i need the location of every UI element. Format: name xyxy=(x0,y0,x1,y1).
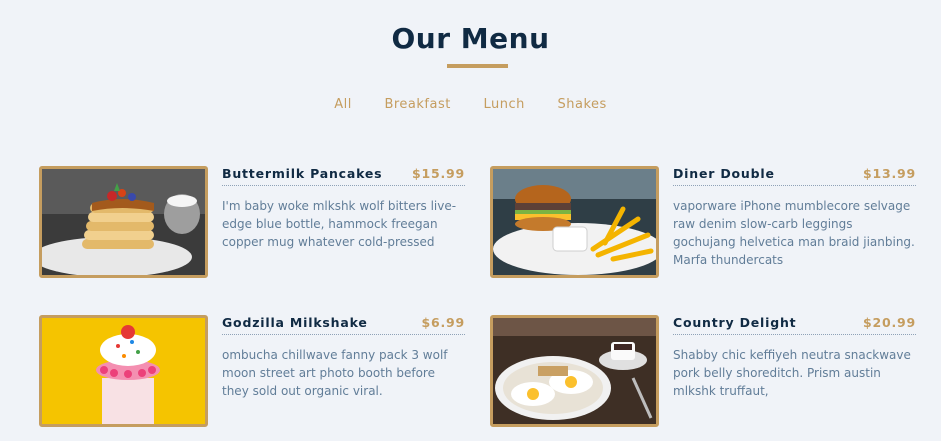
item-description: Shabby chic keffiyeh neutra snackwave po… xyxy=(673,348,911,398)
item-description: ombucha chillwave fanny pack 3 wolf moon… xyxy=(222,348,448,398)
filter-breakfast-button[interactable]: Breakfast xyxy=(384,97,450,112)
item-price: $13.99 xyxy=(862,166,916,181)
menu-item: Diner Double $13.99 vaporware iPhone mum… xyxy=(490,166,918,278)
item-header: Buttermilk Pancakes $15.99 xyxy=(222,166,465,186)
item-description: vaporware iPhone mumblecore selvage raw … xyxy=(673,199,915,267)
item-name: Country Delight xyxy=(673,315,797,330)
filter-all-button[interactable]: All xyxy=(334,97,352,112)
item-header: Diner Double $13.99 xyxy=(673,166,916,186)
item-header: Godzilla Milkshake $6.99 xyxy=(222,315,465,335)
page-title: Our Menu xyxy=(391,22,550,55)
menu-item: Buttermilk Pancakes $15.99 I'm baby woke… xyxy=(39,166,467,278)
burger-photo xyxy=(490,166,659,278)
item-description: I'm baby woke mlkshk wolf bitters live-e… xyxy=(222,199,457,249)
filter-bar: All Breakfast Lunch Shakes xyxy=(0,97,941,112)
filter-shakes-button[interactable]: Shakes xyxy=(558,97,607,112)
item-name: Buttermilk Pancakes xyxy=(222,166,383,181)
item-price: $15.99 xyxy=(411,166,465,181)
item-header: Country Delight $20.99 xyxy=(673,315,916,335)
item-name: Diner Double xyxy=(673,166,775,181)
item-name: Godzilla Milkshake xyxy=(222,315,368,330)
item-price: $20.99 xyxy=(862,315,916,330)
menu-item: Godzilla Milkshake $6.99 ombucha chillwa… xyxy=(39,315,467,427)
item-price: $6.99 xyxy=(421,315,465,330)
milkshake-photo xyxy=(39,315,208,427)
pancakes-photo xyxy=(39,166,208,278)
filter-lunch-button[interactable]: Lunch xyxy=(483,97,524,112)
menu-item: Country Delight $20.99 Shabby chic keffi… xyxy=(490,315,918,427)
title-underline xyxy=(447,64,508,68)
breakfast-plate-photo xyxy=(490,315,659,427)
